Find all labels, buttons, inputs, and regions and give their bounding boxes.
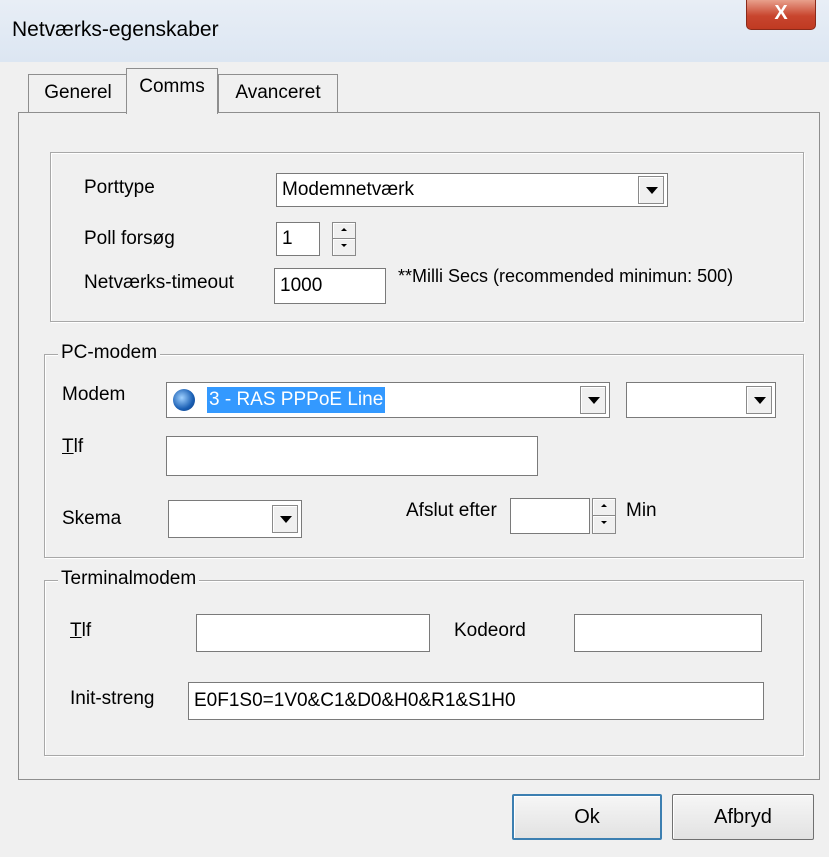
init-string-input[interactable]: E0F1S0=1V0&C1&D0&H0&R1&S1H0 xyxy=(188,682,764,720)
terminal-modem-group xyxy=(44,580,804,756)
skema-dropdown-button[interactable] xyxy=(272,505,298,533)
tab-comms-label: Comms xyxy=(139,76,205,97)
modem-select-value: 3 - RAS PPPoE Line xyxy=(207,387,386,413)
title-bar[interactable]: Netværks-egenskaber X xyxy=(0,0,829,62)
timeout-hint-text: **Milli Secs (recommended minimun: 500) xyxy=(398,266,734,286)
terminal-modem-legend: Terminalmodem xyxy=(58,568,200,590)
close-button[interactable]: X xyxy=(746,0,816,30)
spin-down-icon[interactable] xyxy=(593,516,615,533)
modem-secondary-dropdown-button[interactable] xyxy=(746,386,772,414)
terminal-tlf-label-mnemonic: T xyxy=(70,620,82,641)
network-modem-icon xyxy=(173,389,195,411)
ok-button[interactable]: Ok xyxy=(512,794,662,840)
skema-label: Skema xyxy=(62,508,122,529)
tab-generel[interactable]: Generel xyxy=(28,74,128,112)
pc-tlf-label-rest: lf xyxy=(73,436,84,457)
terminal-tlf-label: Tlf xyxy=(70,620,91,642)
close-icon: X xyxy=(774,2,788,24)
poll-label: Poll forsøg xyxy=(84,228,175,249)
spin-up-icon[interactable] xyxy=(333,223,355,239)
spin-down-icon[interactable] xyxy=(333,239,355,255)
timeout-input[interactable]: 1000 xyxy=(274,268,386,304)
window-title: Netværks-egenskaber xyxy=(12,18,219,41)
tab-avanceret-label: Avanceret xyxy=(235,82,321,103)
modem-dropdown-button[interactable] xyxy=(580,386,606,414)
tab-avanceret[interactable]: Avanceret xyxy=(218,74,338,112)
poll-spinner[interactable] xyxy=(332,222,356,256)
poll-input[interactable]: 1 xyxy=(276,222,320,256)
afslut-label: Afslut efter xyxy=(406,500,497,521)
afslut-input[interactable] xyxy=(510,498,590,534)
tab-generel-label: Generel xyxy=(44,82,112,103)
porttype-select[interactable]: Modemnetværk xyxy=(276,173,668,207)
porttype-select-value: Modemnetværk xyxy=(282,179,414,200)
timeout-hint: **Milli Secs (recommended minimun: 500) xyxy=(398,264,778,312)
pc-tlf-input[interactable] xyxy=(166,436,538,476)
porttype-dropdown-button[interactable] xyxy=(638,176,664,204)
modem-label: Modem xyxy=(62,384,126,405)
min-label: Min xyxy=(626,500,657,521)
timeout-label: Netværks-timeout xyxy=(84,272,234,293)
init-string-label: Init-streng xyxy=(70,688,155,709)
terminal-tlf-input[interactable] xyxy=(196,614,430,652)
pc-modem-legend: PC-modem xyxy=(58,342,161,364)
pc-tlf-label: Tlf xyxy=(62,436,83,458)
kodeord-input[interactable] xyxy=(574,614,762,652)
tab-comms[interactable]: Comms xyxy=(126,68,218,114)
porttype-label: Porttype xyxy=(84,177,155,198)
kodeord-label: Kodeord xyxy=(454,620,526,641)
terminal-tlf-label-rest: lf xyxy=(81,620,92,641)
cancel-button[interactable]: Afbryd xyxy=(672,794,814,840)
dialog-window: Netværks-egenskaber X Generel Comms Avan… xyxy=(0,0,829,857)
modem-select[interactable]: 3 - RAS PPPoE Line xyxy=(166,382,610,418)
pc-tlf-label-mnemonic: T xyxy=(62,436,74,457)
afslut-spinner[interactable] xyxy=(592,498,616,534)
spin-up-icon[interactable] xyxy=(593,499,615,516)
